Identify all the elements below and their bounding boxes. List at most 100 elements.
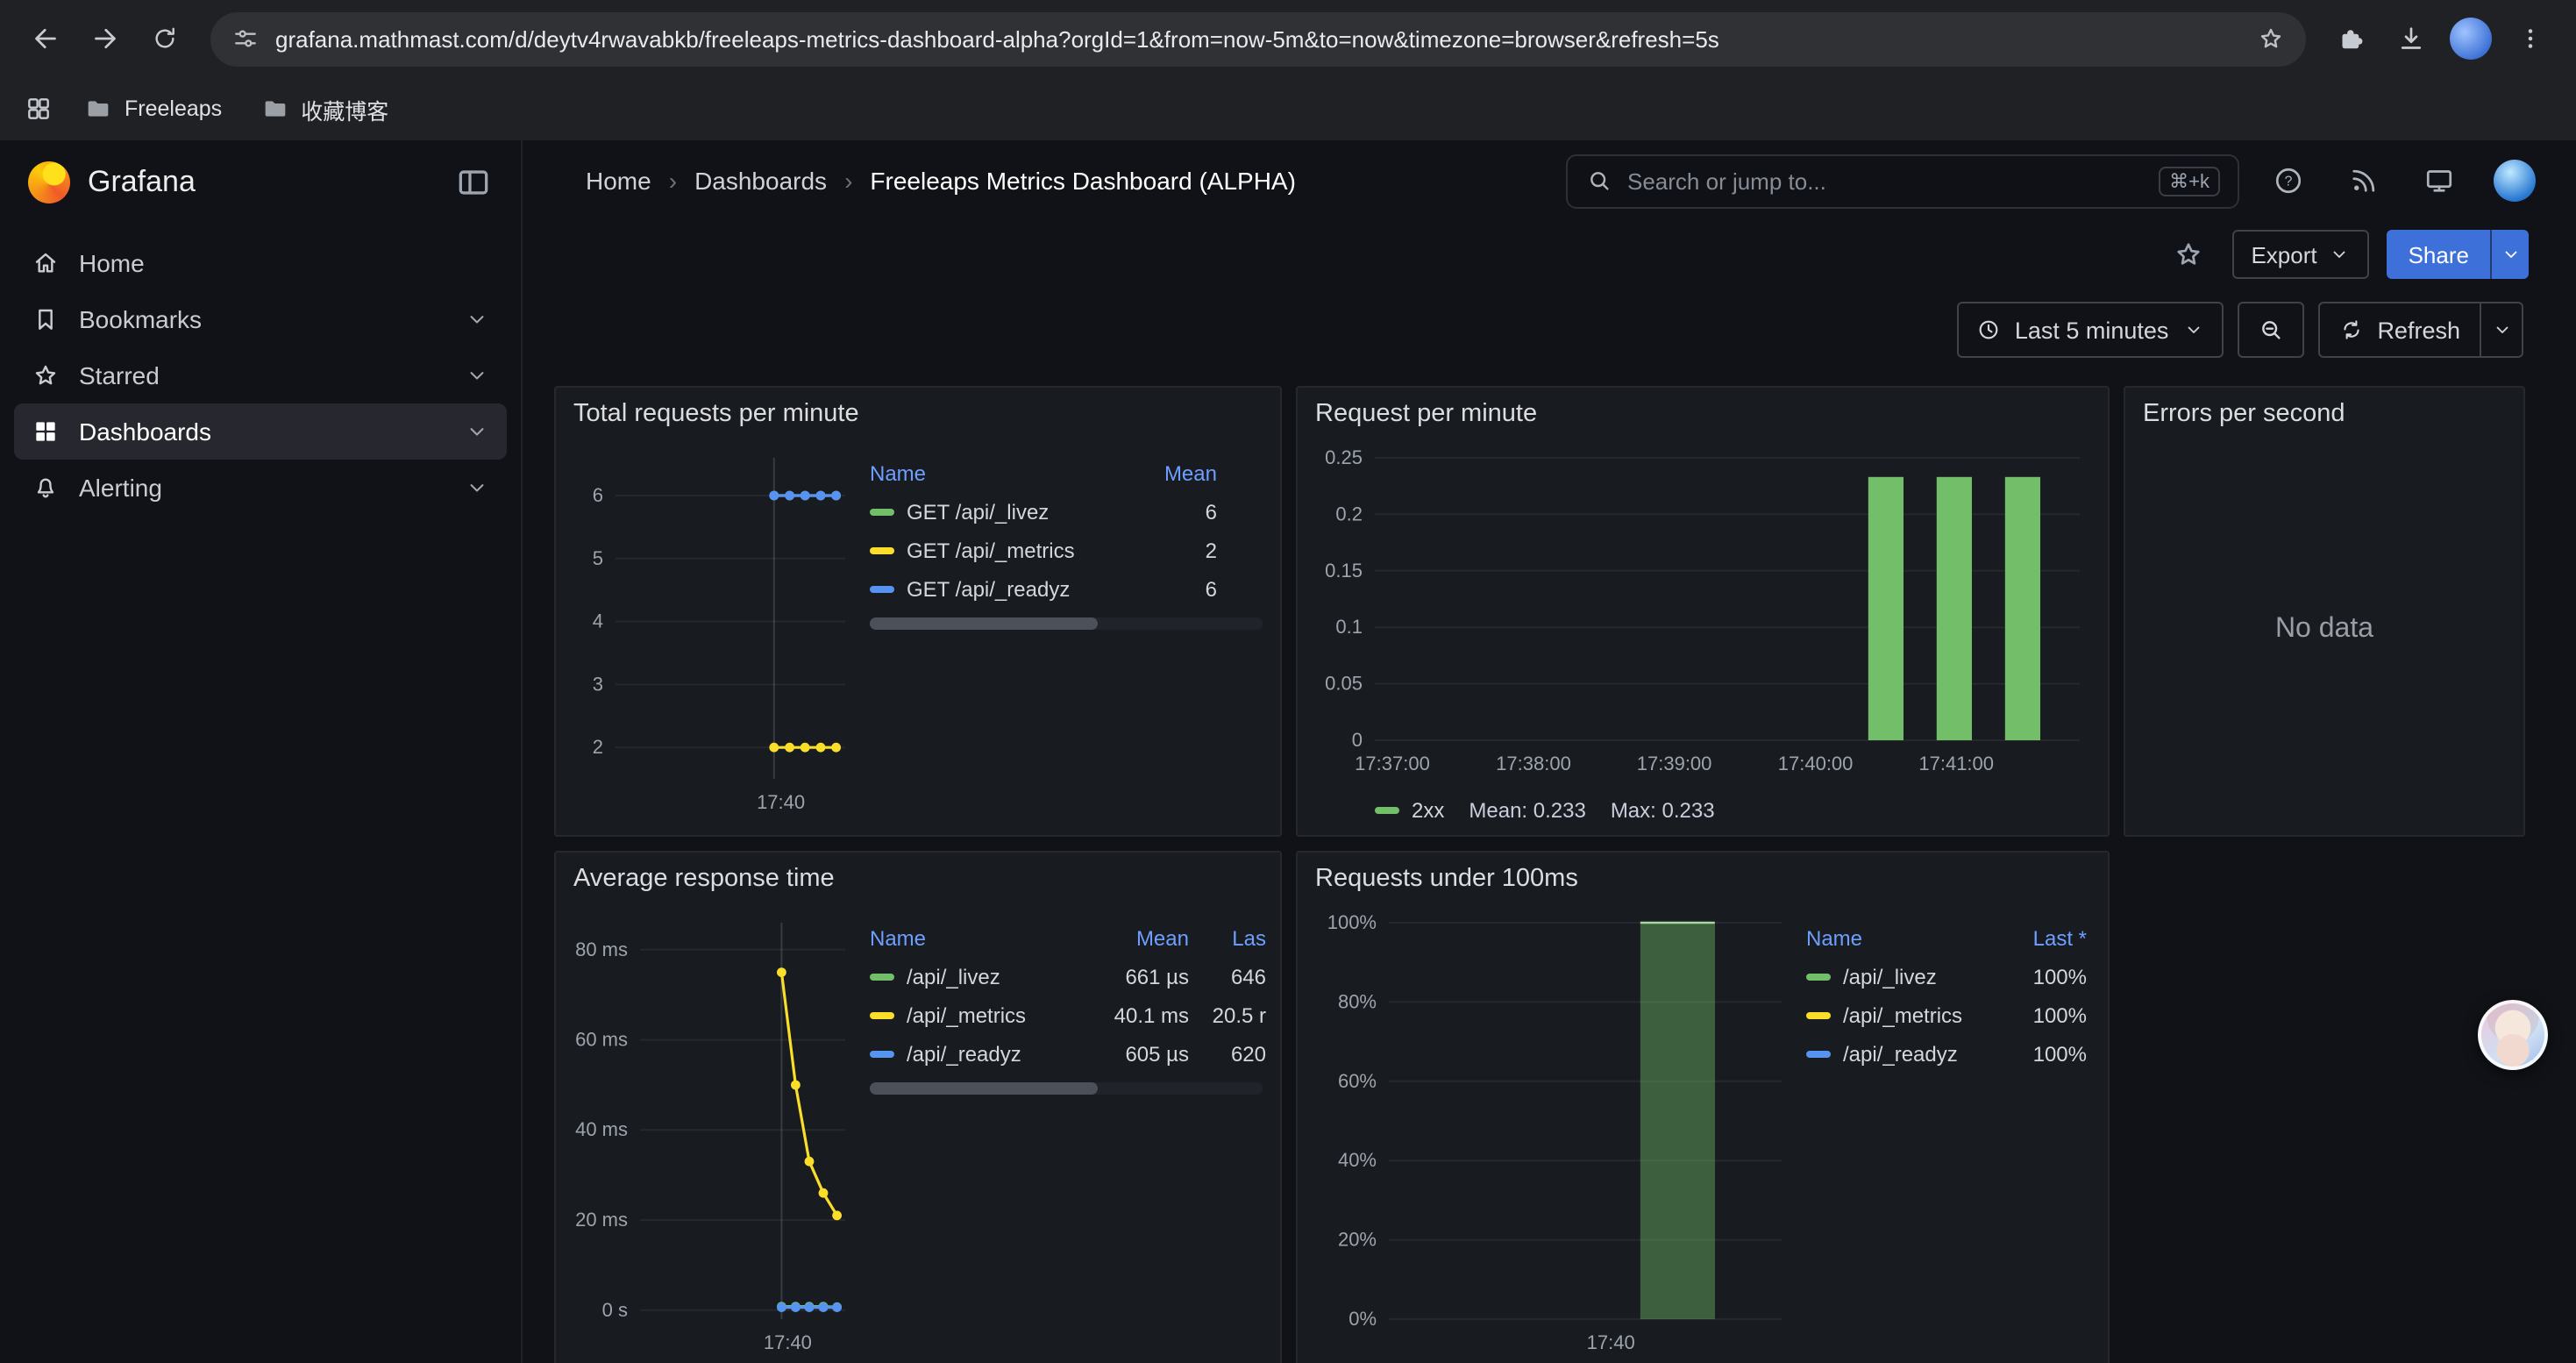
kebab-menu-icon	[2516, 25, 2544, 53]
sidebar-item-home[interactable]: Home	[14, 235, 507, 291]
sidebar-item-dashboards[interactable]: Dashboards	[14, 403, 507, 460]
downloads-button[interactable]	[2383, 11, 2439, 67]
sidebar: Grafana Home Bookmarks Starred Dashboards Al…	[0, 140, 523, 1363]
browser-toolbar: grafana.mathmast.com/d/deytv4rwavabkb/fr…	[0, 0, 2576, 77]
zoom-out-icon	[2256, 316, 2284, 344]
panel-title[interactable]: Average response time	[556, 853, 1280, 898]
display-button[interactable]	[2413, 154, 2466, 207]
top-navigation: Home › Dashboards › Freeleaps Metrics Da…	[523, 140, 2576, 221]
svg-text:20 ms: 20 ms	[575, 1209, 628, 1231]
sidebar-item-alerting[interactable]: Alerting	[14, 460, 507, 516]
grafana-logo[interactable]	[28, 161, 70, 203]
sidebar-item-starred[interactable]: Starred	[14, 347, 507, 403]
chart-legend[interactable]: 2xxMean: 0.233Max: 0.233	[1312, 791, 2094, 830]
help-button[interactable]: ?	[2262, 154, 2315, 207]
forward-icon	[89, 23, 121, 54]
bar-chart[interactable]: 0.250.20.150.10.05017:37:0017:38:0017:39…	[1312, 437, 2094, 791]
bookmark-icon	[32, 305, 60, 333]
sidebar-item-bookmarks[interactable]: Bookmarks	[14, 291, 507, 347]
news-button[interactable]	[2338, 154, 2390, 207]
brand-name: Grafana	[88, 165, 196, 200]
zoom-out-button[interactable]	[2237, 302, 2303, 358]
favorite-dashboard-button[interactable]	[2161, 230, 2214, 279]
legend-scrollbar[interactable]	[870, 1082, 1263, 1095]
site-settings-icon[interactable]	[231, 25, 260, 53]
legend-row[interactable]: /api/_metrics100%	[1806, 996, 2094, 1035]
time-range-picker[interactable]: Last 5 minutes	[1957, 302, 2224, 358]
no-data-message: No data	[2139, 437, 2509, 821]
series-color-key	[1806, 1051, 1831, 1058]
star-icon	[2172, 239, 2203, 270]
back-icon	[30, 23, 61, 54]
chevron-down-icon	[2491, 319, 2512, 340]
url-bar[interactable]: grafana.mathmast.com/d/deytv4rwavabkb/fr…	[210, 11, 2306, 66]
bar-chart[interactable]: 100%80%60%40%20%0%17:40	[1312, 902, 1796, 1361]
legend-row[interactable]: /api/_livez661 µs646	[870, 958, 1266, 996]
user-profile-button[interactable]	[2488, 154, 2541, 207]
series-color-key	[1806, 974, 1831, 981]
floating-assistant-avatar[interactable]	[2478, 1000, 2548, 1070]
legend-row[interactable]: GET /api/_metrics2	[870, 532, 1266, 570]
svg-text:?: ?	[2285, 174, 2293, 189]
sidebar-item-label: Starred	[79, 361, 160, 389]
search-input-box[interactable]: ⌘+k	[1566, 153, 2239, 208]
back-button[interactable]	[18, 11, 74, 67]
scrollbar-thumb[interactable]	[870, 617, 1098, 630]
breadcrumb-current: Freeleaps Metrics Dashboard (ALPHA)	[870, 167, 1296, 195]
export-button[interactable]: Export	[2231, 230, 2369, 279]
panel-title[interactable]: Requests under 100ms	[1298, 853, 2108, 898]
sidebar-item-label: Bookmarks	[79, 305, 202, 333]
legend-row[interactable]: /api/_metrics40.1 ms20.5 r	[870, 996, 1266, 1035]
panel-title[interactable]: Total requests per minute	[556, 388, 1280, 433]
svg-text:4: 4	[593, 610, 603, 632]
bookmark-favorite-blogs[interactable]: 收藏博客	[253, 87, 395, 131]
share-button[interactable]: Share	[2387, 230, 2490, 279]
search-input[interactable]	[1627, 168, 2145, 194]
breadcrumb-home[interactable]: Home	[586, 167, 651, 195]
svg-text:0.15: 0.15	[1325, 560, 1363, 582]
reload-button[interactable]	[137, 11, 193, 67]
panel-title[interactable]: Request per minute	[1298, 388, 2108, 433]
timeseries-chart[interactable]: 6543217:40	[570, 437, 859, 821]
legend-scrollbar[interactable]	[870, 617, 1263, 630]
browser-menu-button[interactable]	[2502, 11, 2558, 67]
extensions-button[interactable]	[2323, 11, 2380, 67]
monitor-icon	[2423, 165, 2455, 196]
legend-row[interactable]: GET /api/_livez6	[870, 493, 1266, 532]
chevron-down-icon[interactable]	[465, 475, 489, 500]
legend-row[interactable]: /api/_readyz605 µs620	[870, 1035, 1266, 1074]
legend-row[interactable]: /api/_livez100%	[1806, 958, 2094, 996]
search-icon	[1585, 167, 1613, 195]
bookmark-freeleaps[interactable]: Freeleaps	[77, 89, 229, 128]
reload-icon	[151, 25, 179, 53]
svg-text:0.1: 0.1	[1335, 616, 1363, 638]
refresh-interval-dropdown[interactable]	[2480, 303, 2522, 356]
chevron-down-icon[interactable]	[465, 363, 489, 388]
bell-icon	[32, 474, 60, 502]
refresh-button[interactable]: Refresh	[2319, 303, 2480, 356]
sidebar-item-label: Dashboards	[79, 417, 211, 446]
legend-row[interactable]: GET /api/_readyz6	[870, 570, 1266, 609]
dashboard-actions-bar: Export Share	[523, 221, 2576, 288]
chevron-down-icon	[2330, 244, 2351, 265]
chevron-down-icon[interactable]	[465, 307, 489, 332]
svg-text:0.25: 0.25	[1325, 446, 1363, 468]
grafana-app: Grafana Home Bookmarks Starred Dashboards Al…	[0, 140, 2576, 1363]
screen: grafana.mathmast.com/d/deytv4rwavabkb/fr…	[0, 0, 2576, 1363]
apps-grid-icon[interactable]	[25, 95, 53, 123]
chevron-down-icon[interactable]	[465, 419, 489, 444]
browser-profile-button[interactable]	[2443, 11, 2499, 67]
chevron-down-icon	[2500, 244, 2521, 265]
sidebar-collapse-icon[interactable]	[454, 163, 493, 202]
chart-legend: NameLast */api/_livez100%/api/_metrics10…	[1796, 902, 2094, 1361]
forward-button[interactable]	[77, 11, 133, 67]
rss-icon	[2348, 165, 2380, 196]
svg-text:0%: 0%	[1348, 1308, 1377, 1330]
legend-row[interactable]: /api/_readyz100%	[1806, 1035, 2094, 1074]
panel-title[interactable]: Errors per second	[2125, 388, 2523, 433]
share-dropdown-button[interactable]	[2490, 230, 2529, 279]
bookmark-star-icon[interactable]	[2257, 25, 2285, 53]
timeseries-chart[interactable]: 80 ms60 ms40 ms20 ms0 s17:40	[570, 902, 859, 1361]
breadcrumb-dashboards[interactable]: Dashboards	[694, 167, 827, 195]
scrollbar-thumb[interactable]	[870, 1082, 1098, 1095]
